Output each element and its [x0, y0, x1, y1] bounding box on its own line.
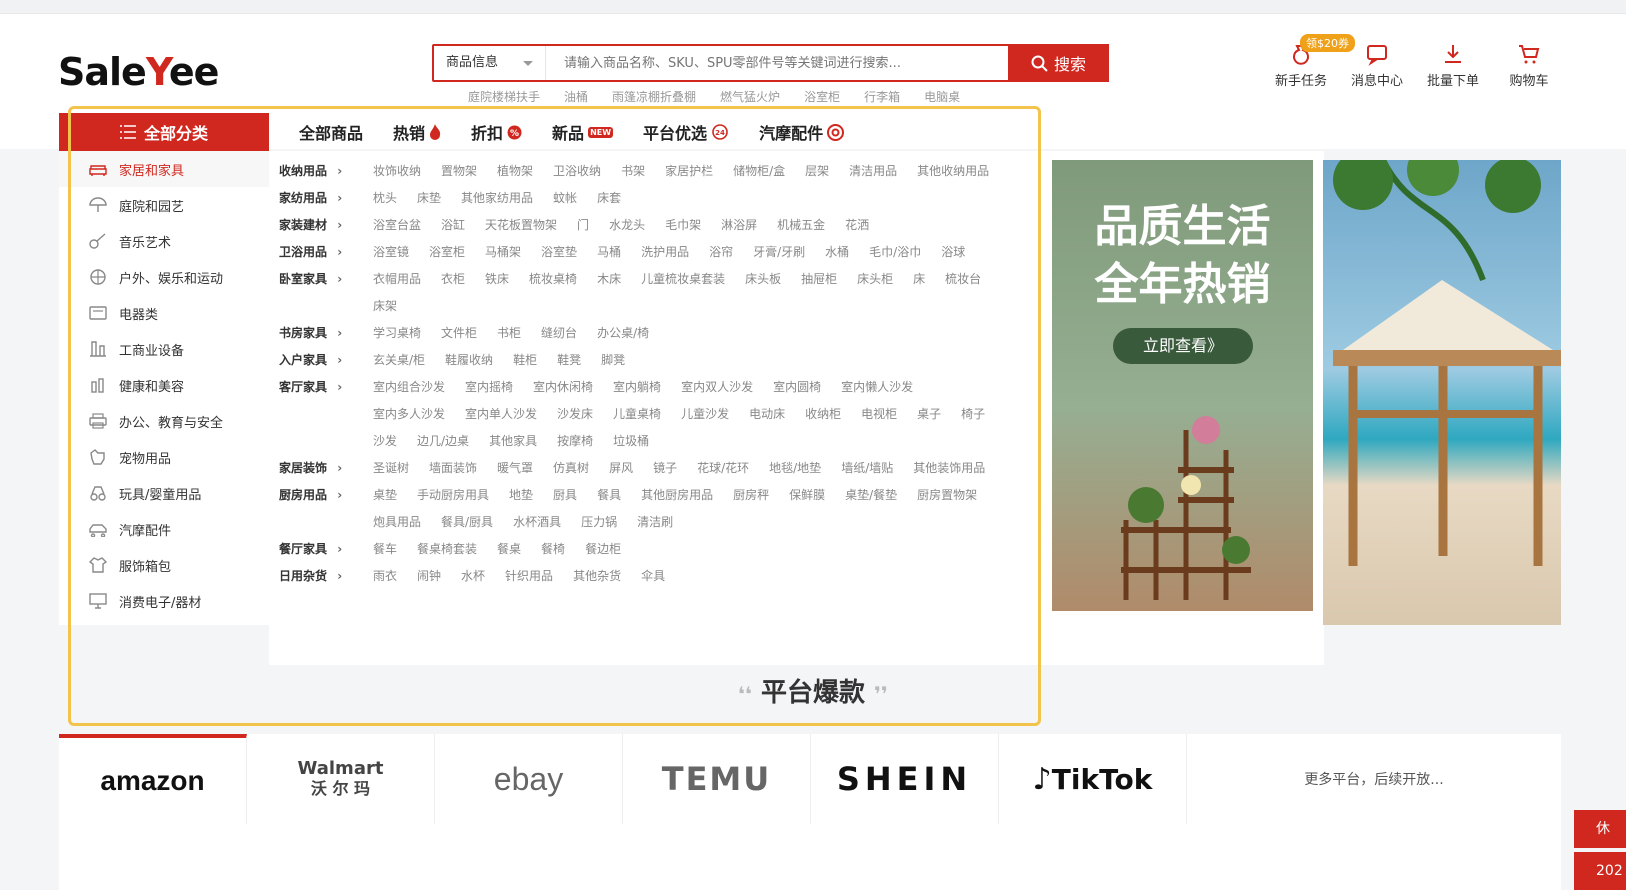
walmart-logo-en: Walmart [297, 758, 384, 779]
bulk-order-button[interactable]: 批量下单 [1422, 42, 1484, 89]
search-bar: 商品信息 搜索 [432, 44, 1109, 82]
hot-keyword[interactable]: 燃气猛火炉 [720, 88, 780, 105]
search-button[interactable]: 搜索 [1008, 44, 1109, 82]
tab-amazon[interactable]: amazon [59, 734, 247, 824]
tab-temu[interactable]: TEMU [623, 734, 811, 824]
hot-keyword[interactable]: 油桶 [564, 88, 588, 105]
plant-shelf-image [1121, 416, 1251, 600]
logo-text-a: Sale [58, 50, 147, 94]
hot-keywords: 庭院楼梯扶手 油桶 雨篷凉棚折叠棚 燃气猛火炉 浴室柜 行李箱 电脑桌 [468, 88, 960, 105]
hot-keyword[interactable]: 电脑桌 [924, 88, 960, 105]
header-icon-label: 消息中心 [1350, 74, 1403, 89]
ebay-logo: ebay [493, 760, 564, 797]
tiktok-note-icon: ♪ [1032, 761, 1052, 797]
view-now-button[interactable]: 立即查看》 [1113, 328, 1253, 364]
highlight-box [68, 106, 1041, 726]
banner-headline: 品质生活 全年热销 [1052, 198, 1313, 314]
newbie-task-button[interactable]: 领$20券 新手任务 [1270, 34, 1355, 89]
tab-tiktok[interactable]: ♪ TikTok [999, 734, 1187, 824]
search-button-label: 搜索 [1053, 55, 1086, 74]
side-tab-rest[interactable]: 休 [1574, 810, 1626, 848]
hot-keyword[interactable]: 雨篷凉棚折叠棚 [612, 88, 696, 105]
product-area [59, 824, 1561, 890]
promo-banner-gazebo[interactable] [1323, 144, 1561, 625]
saleyee-logo[interactable]: SaleYee [58, 50, 220, 94]
amazon-logo: amazon [100, 765, 205, 796]
tab-ebay[interactable]: ebay [435, 734, 623, 824]
message-center-button[interactable]: 消息中心 [1346, 42, 1408, 89]
header-icon-label: 批量下单 [1426, 74, 1479, 89]
search-scope-select[interactable]: 商品信息 [434, 46, 546, 80]
promo-banner-quality-life[interactable]: 品质生活全年热销 立即查看》 [1052, 160, 1313, 611]
temu-logo: TEMU [661, 760, 772, 798]
search-icon [1031, 55, 1048, 72]
more-platforms: 更多平台，后续开放... [1304, 772, 1444, 788]
gazebo-image [1333, 144, 1561, 566]
header-icon-label: 购物车 [1509, 74, 1549, 89]
logo-text-y: Y [145, 50, 170, 94]
walmart-logo-cn: 沃 尔 玛 [310, 779, 371, 798]
walmart-logo: Walmart 沃 尔 玛 [298, 759, 384, 799]
tiktok-logo: TikTok [1051, 762, 1153, 796]
search-input[interactable] [546, 46, 1008, 80]
tab-walmart[interactable]: Walmart 沃 尔 玛 [247, 734, 435, 824]
download-icon [1445, 45, 1461, 63]
shein-logo: SHEIN [836, 760, 973, 798]
message-icon [1367, 45, 1387, 66]
header-icon-label: 新手任务 [1274, 74, 1327, 89]
hot-keyword[interactable]: 浴室柜 [804, 88, 840, 105]
cart-button[interactable]: 购物车 [1498, 42, 1560, 89]
cart-icon [1519, 45, 1540, 64]
banner-line2: 全年热销 [1094, 259, 1271, 310]
tab-shein[interactable]: SHEIN [811, 734, 999, 824]
top-utility-bar [0, 0, 1626, 14]
header-actions: 领$20券 新手任务 消息中心 批量下单 购物车 [1270, 34, 1560, 89]
hot-keyword[interactable]: 庭院楼梯扶手 [468, 88, 540, 105]
hot-keyword[interactable]: 行李箱 [864, 88, 900, 105]
banner-line1: 品质生活 [1094, 201, 1271, 252]
platform-tabs: amazon Walmart 沃 尔 玛 ebay TEMU SHEIN ♪ Tik… [59, 734, 1561, 824]
logo-text-b: ee [168, 50, 220, 94]
side-tab-2023[interactable]: 202 [1574, 852, 1626, 890]
